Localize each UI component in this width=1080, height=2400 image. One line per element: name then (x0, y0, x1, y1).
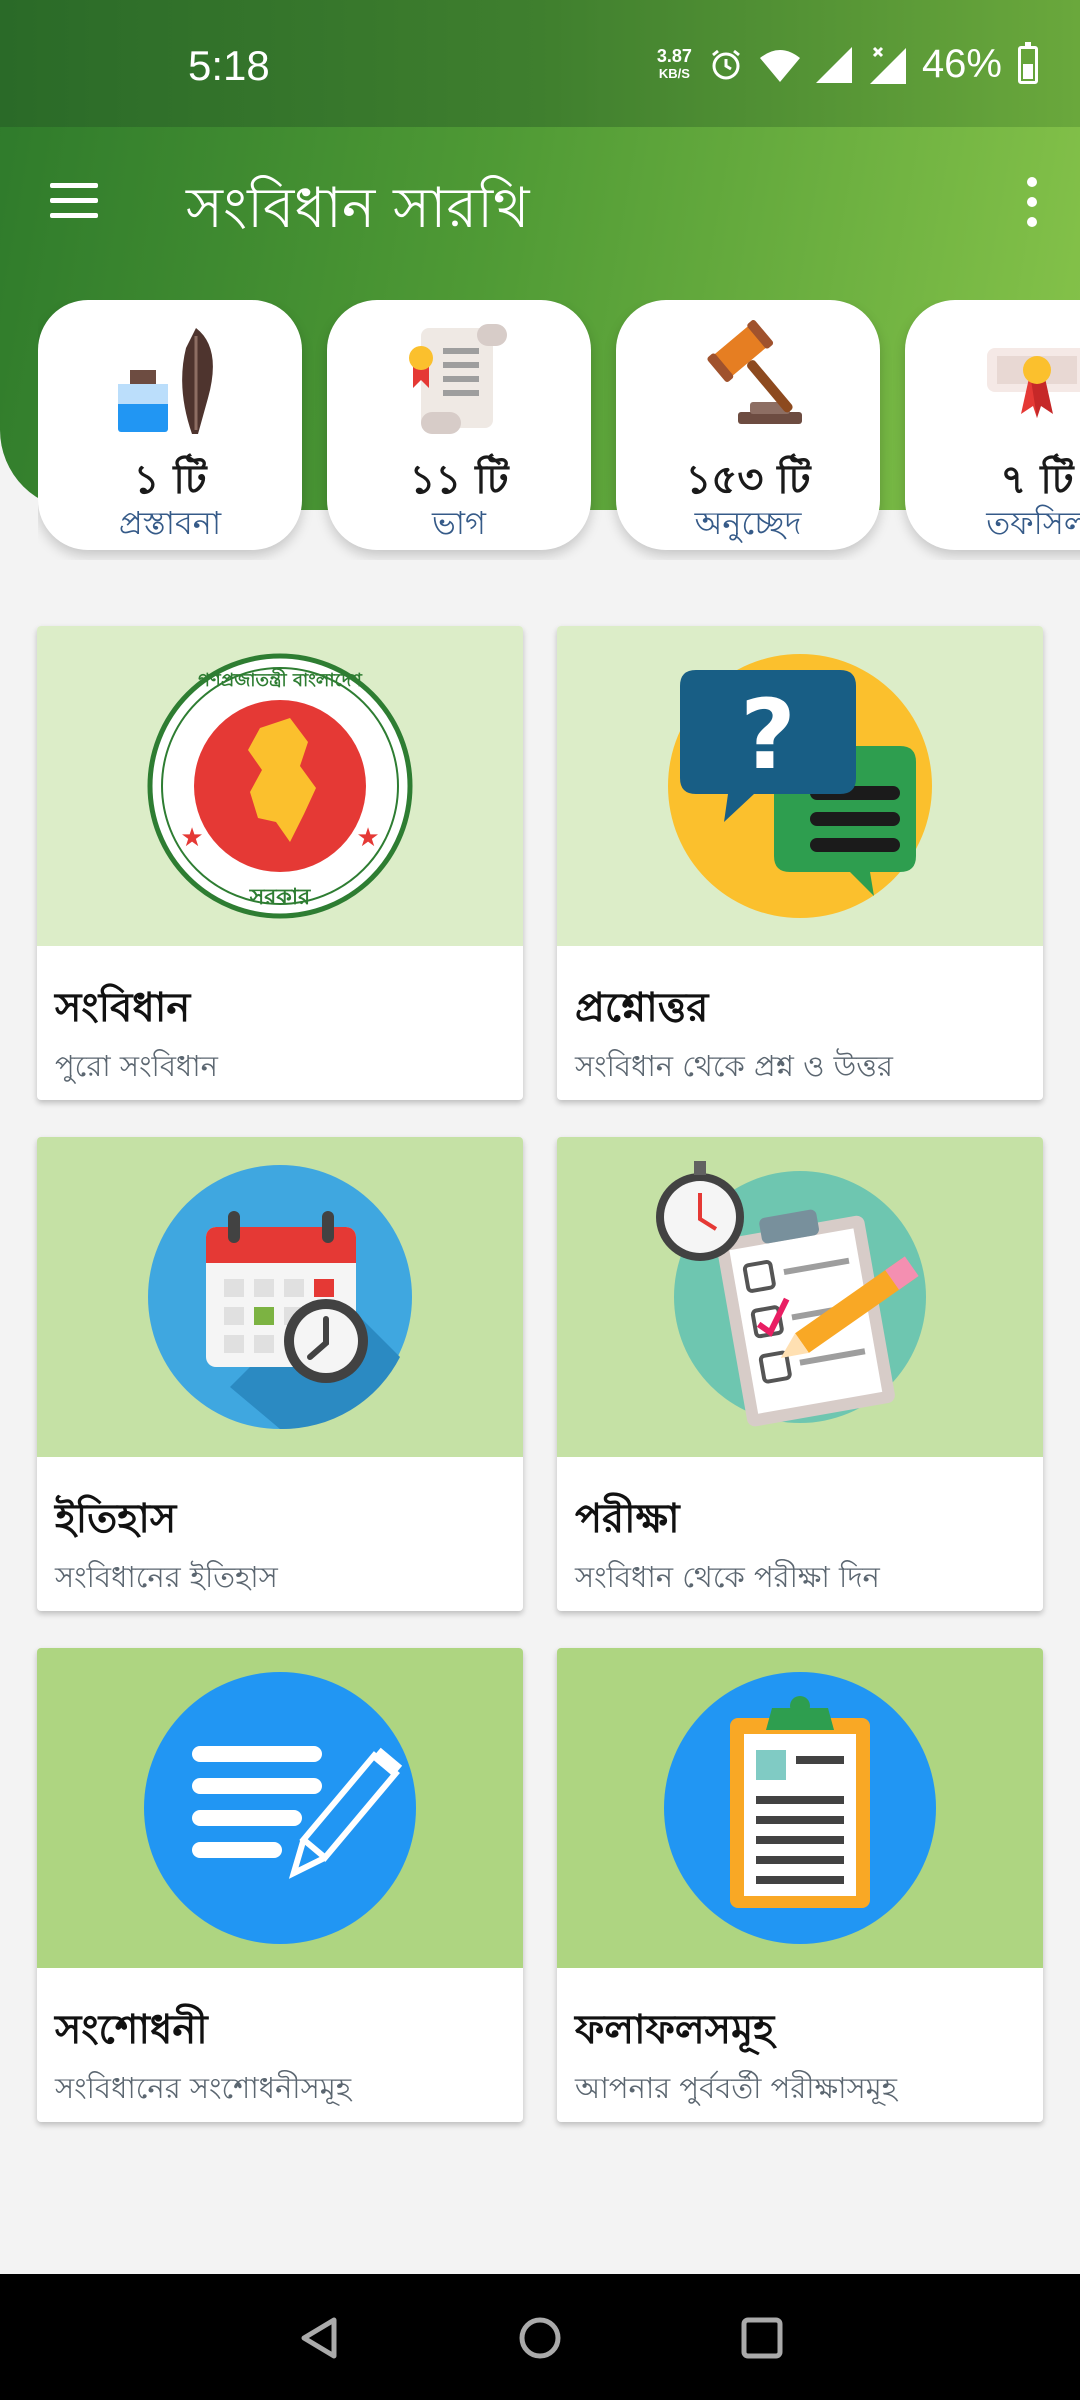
home-icon[interactable] (516, 2314, 564, 2362)
recents-icon[interactable] (738, 2314, 786, 2362)
svg-text:?: ? (740, 679, 796, 791)
battery-percent: 46% (921, 42, 1002, 86)
wifi-icon (759, 49, 800, 82)
svg-text:★: ★ (356, 823, 379, 853)
results-clipboard-icon (664, 1672, 936, 1944)
card-title: ফলাফলসমূহ (575, 2007, 775, 2053)
signal-icon (815, 46, 852, 83)
app-title: সংবিধান সারথি (186, 176, 530, 241)
card-title: পরীক্ষা (575, 1496, 680, 1542)
card-subtitle: সংবিধানের ইতিহাস (55, 1560, 278, 1594)
svg-text:★: ★ (180, 823, 203, 853)
card-subtitle: সংবিধানের সংশোধনীসমূহ (55, 2071, 352, 2105)
card-history[interactable]: ইতিহাস সংবিধানের ইতিহাস (37, 1137, 523, 1611)
exam-clipboard-icon (656, 1161, 926, 1427)
signal-no-data-icon (869, 46, 906, 84)
card-image (557, 1137, 1043, 1457)
card-title: প্রশ্নোত্তর (575, 985, 709, 1031)
card-image: গণপ্রজাতন্ত্রী বাংলাদেশ সরকার ★ ★ (37, 626, 523, 946)
card-constitution[interactable]: গণপ্রজাতন্ত্রী বাংলাদেশ সরকার ★ ★ সংবিধা… (37, 626, 523, 1100)
card-title: সংবিধান (55, 985, 191, 1031)
card-image (37, 1137, 523, 1457)
card-exam[interactable]: পরীক্ষা সংবিধান থেকে পরীক্ষা দিন (557, 1137, 1043, 1611)
stat-label: অনুচ্ছেদ (694, 504, 802, 542)
card-results[interactable]: ফলাফলসমূহ আপনার পুর্ববর্তী পরীক্ষাসমূহ (557, 1648, 1043, 2122)
card-amendments[interactable]: সংশোধনী সংবিধানের সংশোধনীসমূহ (37, 1648, 523, 2122)
scroll-icon (409, 324, 507, 434)
network-speed-value: 3.87 (656, 45, 692, 66)
card-image (37, 1648, 523, 1968)
back-icon[interactable] (296, 2314, 344, 2362)
stat-card-parts[interactable]: ১১ টি ভাগ (327, 300, 591, 550)
edit-document-icon (144, 1672, 416, 1944)
stat-card-articles[interactable]: ১৫৩ টি অনুচ্ছেদ (616, 300, 880, 550)
card-image (557, 1648, 1043, 1968)
card-qna[interactable]: ? প্রশ্নোত্তর সংবিধান থেকে প্রশ্ন ও উত্ত… (557, 626, 1043, 1100)
stat-card-schedules[interactable]: ৭ টি তফসিল (905, 300, 1080, 550)
question-chat-icon: ? (668, 654, 932, 918)
card-image: ? (557, 626, 1043, 946)
stats-row: ১ টি প্রস্তাবনা ১১ টি ভাগ ১৫৩ টি অনুচ্ছে… (38, 300, 1080, 560)
menu-icon[interactable] (50, 183, 98, 219)
alarm-icon (712, 49, 740, 79)
government-seal-icon: গণপ্রজাতন্ত্রী বাংলাদেশ সরকার ★ ★ (147, 653, 413, 919)
stat-label: ভাগ (431, 504, 487, 542)
ink-quill-icon (118, 328, 213, 434)
card-subtitle: সংবিধান থেকে প্রশ্ন ও উত্তর (575, 1049, 893, 1083)
status-icons: 3.87 KB/S 46% (657, 41, 1038, 87)
stat-card-preamble[interactable]: ১ টি প্রস্তাবনা (38, 300, 302, 550)
stat-label: প্রস্তাবনা (118, 504, 222, 542)
calendar-clock-icon (148, 1165, 412, 1430)
network-speed: 3.87 KB/S (657, 47, 692, 83)
toolbar: সংবিধান সারথি (0, 127, 1080, 277)
gavel-icon (707, 320, 802, 424)
card-subtitle: পুরো সংবিধান (55, 1049, 218, 1083)
status-bar: 5:18 3.87 KB/S 46% (0, 0, 1080, 127)
overflow-menu-icon[interactable] (1024, 177, 1040, 227)
card-subtitle: আপনার পুর্ববর্তী পরীক্ষাসমূহ (575, 2071, 897, 2105)
diploma-icon (987, 348, 1080, 418)
battery-icon (1018, 41, 1038, 84)
seal-bottom-text: সরকার (249, 885, 311, 910)
stat-label: তফসিল (986, 504, 1080, 542)
network-speed-unit: KB/S (658, 65, 690, 81)
status-time: 5:18 (188, 42, 270, 89)
card-title: সংশোধনী (55, 2007, 208, 2053)
seal-top-text: গণপ্রজাতন্ত্রী বাংলাদেশ (198, 668, 363, 691)
system-nav-bar (0, 2274, 1080, 2400)
card-subtitle: সংবিধান থেকে পরীক্ষা দিন (575, 1560, 880, 1594)
card-title: ইতিহাস (55, 1496, 177, 1542)
